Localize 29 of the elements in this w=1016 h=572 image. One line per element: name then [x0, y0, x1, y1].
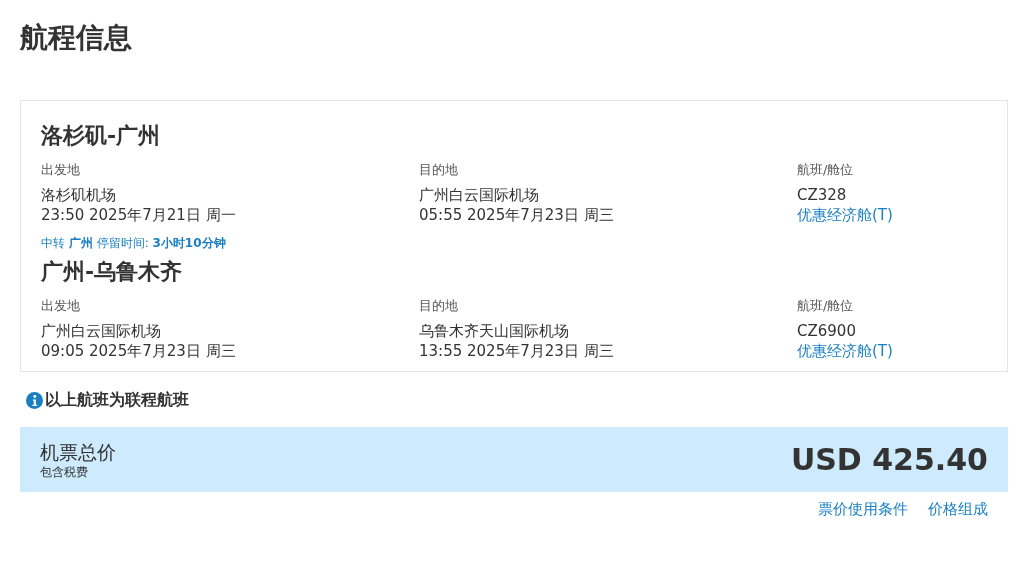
total-amount: USD 425.40: [790, 442, 988, 477]
cabin-link[interactable]: 优惠经济舱(T): [797, 341, 893, 361]
field-label: 出发地: [41, 161, 80, 179]
field-label: 目的地: [419, 297, 458, 315]
notice-text: 以上航班为联程航班: [45, 390, 189, 411]
field-label: 目的地: [419, 161, 458, 179]
cabin-link[interactable]: 优惠经济舱(T): [797, 205, 893, 225]
tax-note: 包含税费: [40, 463, 88, 480]
date-time: 13:55 2025年7月23日 周三: [419, 341, 614, 361]
page-title: 航程信息: [20, 20, 132, 56]
route-title: 洛杉矶-广州: [41, 122, 161, 150]
airport-name: 广州白云国际机场: [41, 321, 161, 341]
footer-link[interactable]: 票价使用条件: [818, 500, 908, 519]
route-title: 广州-乌鲁木齐: [41, 258, 183, 286]
date-time: 09:05 2025年7月23日 周三: [41, 341, 236, 361]
total-label: 机票总价: [40, 439, 116, 464]
field-label: 航班/舱位: [797, 161, 854, 179]
airport-name: 洛杉矶机场: [41, 185, 116, 205]
info-icon: [26, 392, 43, 409]
field-label: 出发地: [41, 297, 80, 315]
flight-number: CZ328: [797, 185, 847, 205]
footer-link[interactable]: 价格组成: [928, 500, 988, 519]
date-time: 05:55 2025年7月23日 周三: [419, 205, 614, 225]
airport-name: 乌鲁木齐天山国际机场: [419, 321, 569, 341]
field-label: 航班/舱位: [797, 297, 854, 315]
airport-name: 广州白云国际机场: [419, 185, 539, 205]
date-time: 23:50 2025年7月21日 周一: [41, 205, 236, 225]
flight-number: CZ6900: [797, 321, 856, 341]
layover-info: 中转 广州 停留时间: 3小时10分钟: [41, 235, 226, 251]
